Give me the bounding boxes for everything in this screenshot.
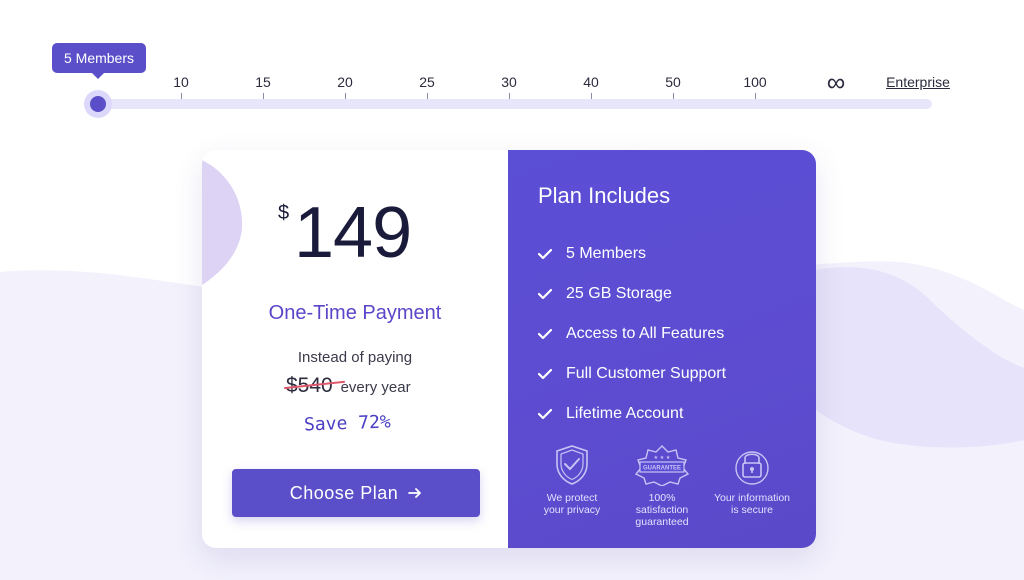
slider-value-tooltip: 5 Members [52, 43, 146, 79]
check-icon [538, 368, 552, 380]
seal-text: GUARANTEE [643, 466, 681, 472]
tick-100[interactable]: 100 [725, 73, 785, 99]
tick-label: 10 [173, 74, 189, 90]
badge-caption-line: We protect [546, 492, 598, 504]
tick-10[interactable]: 10 [151, 73, 211, 99]
check-icon [538, 328, 552, 340]
trust-badges: We protect your privacy GUARANTEE ★ ★ ★ … [532, 444, 792, 528]
pricing-card: $ 149 One-Time Payment Instead of paying… [202, 150, 816, 548]
tick-mark [426, 93, 428, 99]
list-item: Lifetime Account [538, 394, 726, 434]
tick-enterprise[interactable]: Enterprise [878, 73, 958, 91]
slider-track[interactable] [88, 99, 932, 109]
list-item: Full Customer Support [538, 354, 726, 394]
plan-includes-title: Plan Includes [538, 183, 671, 208]
tick-mark [754, 93, 756, 99]
tick-mark [180, 93, 182, 99]
feature-list: 5 Members 25 GB Storage Access to All Fe… [538, 234, 726, 434]
old-price: $540 [284, 374, 345, 397]
payment-type: One-Time Payment [268, 302, 442, 324]
check-icon [538, 248, 552, 260]
badge-caption-line: guaranteed [635, 516, 689, 528]
tick-label: 100 [743, 74, 767, 90]
list-item: Access to All Features [538, 314, 726, 354]
slider-thumb[interactable] [90, 96, 106, 112]
tick-mark [590, 93, 592, 99]
choose-plan-button[interactable]: Choose Plan [232, 469, 480, 517]
check-icon [538, 408, 552, 420]
plan-includes-panel: Plan Includes 5 Members 25 GB Storage Ac… [508, 150, 816, 548]
old-price-row: $540 every year [284, 374, 411, 400]
security-badge: Your information is secure [712, 444, 792, 528]
badge-caption: 100% satisfaction guaranteed [622, 492, 702, 528]
savings-note: Save 72% [303, 411, 392, 436]
tick-label: 15 [255, 74, 271, 90]
instead-label: Instead of paying [297, 349, 413, 366]
tick-infinity[interactable]: ∞ [806, 67, 866, 97]
infinity-icon: ∞ [826, 67, 846, 97]
arrow-right-icon [408, 488, 422, 498]
tick-mark [672, 93, 674, 99]
feature-label: 5 Members [566, 245, 647, 262]
tick-mark [344, 93, 346, 99]
padlock-icon [735, 451, 769, 485]
tick-20[interactable]: 20 [315, 73, 375, 99]
old-price-suffix: every year [340, 379, 411, 396]
badge-caption-line: 100% satisfaction [635, 492, 689, 516]
tick-15[interactable]: 15 [233, 73, 293, 99]
member-slider: 5 Members 10 15 20 25 30 40 50 100 ∞ Ent… [0, 0, 1024, 130]
badge-caption-line: Your information [713, 492, 791, 504]
tick-label: 25 [419, 74, 435, 90]
choose-plan-label: Choose Plan [289, 482, 399, 503]
tick-label: 30 [501, 74, 517, 90]
feature-label: Lifetime Account [566, 405, 684, 422]
tick-label: 20 [337, 74, 353, 90]
shield-check-icon [556, 445, 588, 485]
badge-caption-line: your privacy [543, 504, 601, 516]
tick-50[interactable]: 50 [643, 73, 703, 99]
list-item: 25 GB Storage [538, 274, 726, 314]
tick-mark [508, 93, 510, 99]
tick-30[interactable]: 30 [479, 73, 539, 99]
privacy-badge: We protect your privacy [532, 444, 612, 528]
guarantee-badge: GUARANTEE ★ ★ ★ 100% satisfaction guaran… [622, 444, 702, 528]
decorative-lavender-blob [202, 160, 243, 285]
guarantee-seal-icon: GUARANTEE ★ ★ ★ [634, 445, 690, 486]
tick-mark [262, 93, 264, 99]
feature-label: Access to All Features [566, 325, 725, 342]
badge-caption: We protect your privacy [532, 492, 612, 516]
price-amount: 149 [294, 193, 412, 273]
svg-text:★ ★ ★: ★ ★ ★ [654, 455, 671, 461]
enterprise-link[interactable]: Enterprise [878, 73, 958, 91]
tick-25[interactable]: 25 [397, 73, 457, 99]
tick-label: 40 [583, 74, 599, 90]
feature-label: Full Customer Support [566, 365, 727, 382]
feature-label: 25 GB Storage [566, 285, 672, 302]
price-currency: $ [278, 202, 290, 224]
list-item: 5 Members [538, 234, 726, 274]
check-icon [538, 288, 552, 300]
badge-caption: Your information is secure [712, 492, 792, 516]
tick-40[interactable]: 40 [561, 73, 621, 99]
badge-caption-line: is secure [730, 504, 773, 516]
tick-label: 50 [665, 74, 681, 90]
